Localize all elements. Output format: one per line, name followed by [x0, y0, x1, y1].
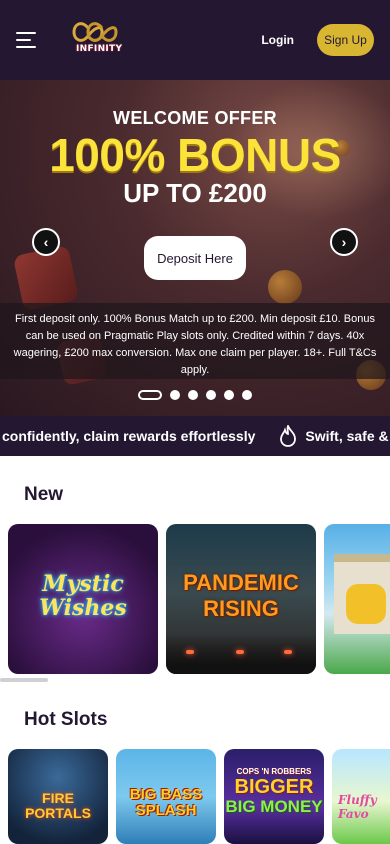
carousel-dot-4[interactable] [206, 390, 216, 400]
carousel-dot-2[interactable] [170, 390, 180, 400]
site-logo[interactable]: INFINITY [72, 20, 132, 60]
login-button[interactable]: Login [261, 33, 294, 47]
carousel-dots [0, 390, 390, 400]
ticker-text: confidently, claim rewards effortlessly [2, 428, 256, 444]
carousel-scrollbar[interactable] [0, 678, 48, 682]
game-title: PANDEMIC RISING [183, 570, 299, 621]
game-title: BIG BASS SPLASH [129, 786, 203, 819]
game-title: Mystic Wishes [39, 571, 127, 621]
game-title: Fluffy Favo [338, 793, 377, 821]
carousel-dot-6[interactable] [242, 390, 252, 400]
hero-amount: UP TO £200 [123, 178, 267, 208]
game-art [236, 650, 244, 654]
hero-subtitle: WELCOME OFFER [113, 108, 277, 128]
top-header: INFINITY Login Sign Up [0, 0, 390, 80]
offer-terms: First deposit only. 100% Bonus Match up … [0, 303, 390, 379]
game-tile-mystic-wishes[interactable]: Mystic Wishes [8, 524, 158, 674]
coin-decoration [268, 270, 302, 304]
game-art [346, 584, 386, 624]
hero-banner: WELCOME OFFER 100% BONUS UP TO £200 ‹ › … [0, 80, 390, 416]
game-art [166, 634, 316, 674]
game-tile-fire-portals[interactable]: FIRE PORTALS [8, 749, 108, 844]
game-tile-partial[interactable] [324, 524, 390, 674]
section-title-new: New [24, 484, 64, 505]
game-art [186, 650, 194, 654]
game-tile-big-bass-splash[interactable]: BIG BASS SPLASH [116, 749, 216, 844]
ticker-text: Swift, safe & s [305, 428, 390, 444]
game-tile-fluffy-favourites[interactable]: Fluffy Favo [332, 749, 390, 844]
game-title-line: BIGGER [234, 776, 314, 798]
hero-headline: 100% BONUS [49, 129, 341, 181]
section-title-hot-slots: Hot Slots [24, 709, 108, 730]
game-title: FIRE PORTALS [25, 790, 91, 821]
carousel-next-button[interactable]: › [330, 228, 358, 256]
chevron-left-icon: ‹ [43, 234, 49, 250]
chevron-right-icon: › [341, 234, 347, 250]
page: INFINITY Login Sign Up WELCOME OFFER 100… [0, 0, 390, 844]
logo-text: INFINITY [76, 44, 123, 54]
game-title-line: BIG MONEY [225, 797, 323, 816]
carousel-dot-5[interactable] [224, 390, 234, 400]
game-art [284, 650, 292, 654]
carousel-prev-button[interactable]: ‹ [32, 228, 60, 256]
deposit-button[interactable]: Deposit Here [144, 236, 246, 280]
flame-icon [280, 425, 297, 447]
carousel-dot-3[interactable] [188, 390, 198, 400]
signup-button[interactable]: Sign Up [317, 24, 374, 56]
carousel-dot-1[interactable] [138, 390, 162, 400]
game-title: COPS 'N ROBBERS BIGGER BIG MONEY [224, 767, 324, 816]
game-tile-bigger-big-money[interactable]: COPS 'N ROBBERS BIGGER BIG MONEY [224, 749, 324, 844]
menu-icon[interactable] [16, 32, 36, 48]
ticker-item: confidently, claim rewards effortlessly … [0, 425, 390, 447]
header-actions: Login Sign Up [261, 24, 374, 56]
game-tile-pandemic-rising[interactable]: PANDEMIC RISING [166, 524, 316, 674]
game-subtitle: COPS 'N ROBBERS [236, 767, 312, 776]
promo-ticker: confidently, claim rewards effortlessly … [0, 416, 390, 456]
